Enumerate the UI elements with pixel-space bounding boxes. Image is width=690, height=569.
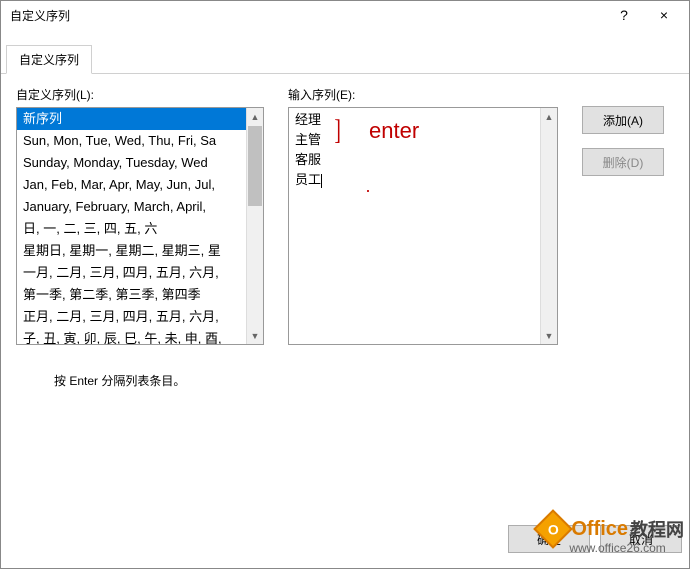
annotation-text: enter — [369, 118, 419, 144]
tab-strip: 自定义序列 — [0, 48, 690, 74]
entry-scroll-down-icon[interactable]: ▼ — [541, 327, 557, 344]
entry-line: 客服 — [295, 150, 551, 170]
list-item[interactable]: 正月, 二月, 三月, 四月, 五月, 六月, — [17, 306, 263, 328]
add-button[interactable]: 添加(A) — [582, 106, 664, 134]
annotation-bracket-icon: ] — [334, 112, 341, 150]
list-item[interactable]: Jan, Feb, Mar, Apr, May, Jun, Jul, — [17, 174, 263, 196]
custom-lists-label: 自定义序列(L): — [16, 86, 264, 103]
scroll-up-icon[interactable]: ▲ — [247, 108, 263, 125]
ok-button[interactable]: 确定 — [508, 525, 590, 553]
list-item[interactable]: 子, 丑, 寅, 卯, 辰, 巳, 午, 未, 申, 酉, — [17, 328, 263, 344]
list-item[interactable]: Sun, Mon, Tue, Wed, Thu, Fri, Sa — [17, 130, 263, 152]
entry-text-area: 经理主管客服员工 — [295, 110, 551, 190]
tab-custom-lists[interactable]: 自定义序列 — [6, 45, 92, 74]
custom-lists-inner: 新序列Sun, Mon, Tue, Wed, Thu, Fri, SaSunda… — [17, 108, 263, 344]
scroll-down-icon[interactable]: ▼ — [247, 327, 263, 344]
hint-text: 按 Enter 分隔列表条目。 — [54, 372, 185, 389]
titlebar: 自定义序列 ? × — [0, 0, 690, 30]
entry-label: 输入序列(E): — [288, 86, 558, 103]
custom-lists-box[interactable]: 新序列Sun, Mon, Tue, Wed, Thu, Fri, SaSunda… — [16, 107, 264, 345]
list-item[interactable]: 一月, 二月, 三月, 四月, 五月, 六月, — [17, 262, 263, 284]
help-button[interactable]: ? — [604, 0, 644, 30]
listbox-scrollbar[interactable]: ▲ ▼ — [246, 108, 263, 344]
list-item[interactable]: 第一季, 第二季, 第三季, 第四季 — [17, 284, 263, 306]
list-item[interactable]: Sunday, Monday, Tuesday, Wed — [17, 152, 263, 174]
list-item[interactable]: 新序列 — [17, 108, 263, 130]
scroll-track[interactable] — [247, 207, 263, 327]
delete-button[interactable]: 删除(D) — [582, 148, 664, 176]
dialog-footer: 确定 取消 — [508, 525, 682, 553]
text-cursor — [321, 174, 322, 188]
cancel-button[interactable]: 取消 — [600, 525, 682, 553]
entry-line: 员工 — [295, 170, 551, 190]
annotation-dot-icon: · — [365, 180, 371, 201]
window-title: 自定义序列 — [6, 7, 604, 24]
list-item[interactable]: 星期日, 星期一, 星期二, 星期三, 星 — [17, 240, 263, 262]
entry-line: 主管 — [295, 130, 551, 150]
list-entries-textarea[interactable]: 经理主管客服员工 ] enter · ▲ ▼ — [288, 107, 558, 345]
entry-scrollbar[interactable]: ▲ ▼ — [540, 108, 557, 344]
close-button[interactable]: × — [644, 0, 684, 30]
entry-scroll-track[interactable] — [541, 125, 557, 327]
list-item[interactable]: 日, 一, 二, 三, 四, 五, 六 — [17, 218, 263, 240]
entry-scroll-up-icon[interactable]: ▲ — [541, 108, 557, 125]
entry-line: 经理 — [295, 110, 551, 130]
scroll-thumb[interactable] — [248, 126, 262, 206]
list-item[interactable]: January, February, March, April, — [17, 196, 263, 218]
